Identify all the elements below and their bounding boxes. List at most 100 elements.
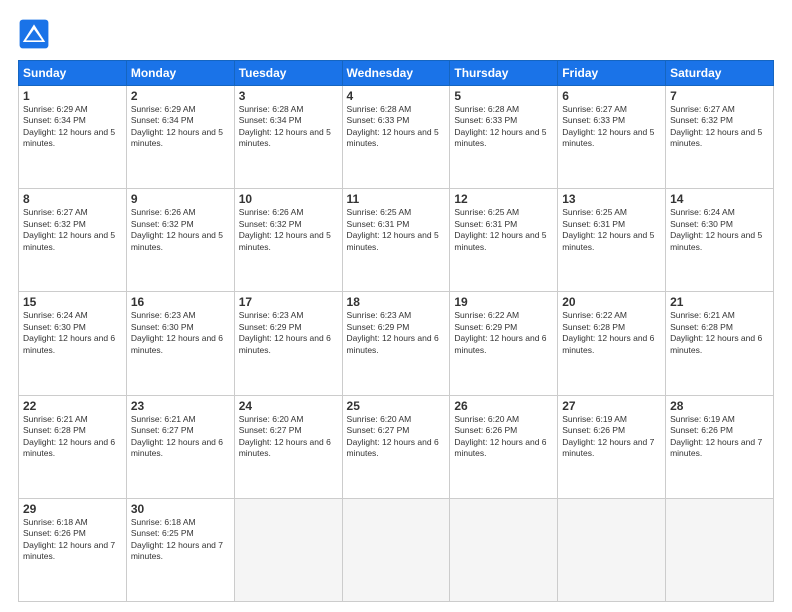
day-number: 30 [131,502,230,516]
table-row: 16 Sunrise: 6:23 AM Sunset: 6:30 PM Dayl… [126,292,234,395]
empty-cell [450,498,558,601]
day-info: Sunrise: 6:22 AM Sunset: 6:29 PM Dayligh… [454,310,553,356]
table-row: 26 Sunrise: 6:20 AM Sunset: 6:26 PM Dayl… [450,395,558,498]
day-info: Sunrise: 6:29 AM Sunset: 6:34 PM Dayligh… [131,104,230,150]
header [18,18,774,50]
day-number: 8 [23,192,122,206]
day-number: 7 [670,89,769,103]
day-number: 6 [562,89,661,103]
day-number: 16 [131,295,230,309]
day-number: 23 [131,399,230,413]
calendar-header-row: Sunday Monday Tuesday Wednesday Thursday… [19,61,774,86]
day-number: 22 [23,399,122,413]
day-number: 9 [131,192,230,206]
day-info: Sunrise: 6:20 AM Sunset: 6:27 PM Dayligh… [239,414,338,460]
table-row: 20 Sunrise: 6:22 AM Sunset: 6:28 PM Dayl… [558,292,666,395]
day-number: 25 [347,399,446,413]
table-row: 6 Sunrise: 6:27 AM Sunset: 6:33 PM Dayli… [558,86,666,189]
day-info: Sunrise: 6:20 AM Sunset: 6:27 PM Dayligh… [347,414,446,460]
col-monday: Monday [126,61,234,86]
day-info: Sunrise: 6:27 AM Sunset: 6:32 PM Dayligh… [23,207,122,253]
day-number: 18 [347,295,446,309]
logo-icon [18,18,50,50]
day-info: Sunrise: 6:18 AM Sunset: 6:25 PM Dayligh… [131,517,230,563]
table-row: 10 Sunrise: 6:26 AM Sunset: 6:32 PM Dayl… [234,189,342,292]
col-thursday: Thursday [450,61,558,86]
logo [18,18,54,50]
table-row: 22 Sunrise: 6:21 AM Sunset: 6:28 PM Dayl… [19,395,127,498]
day-info: Sunrise: 6:24 AM Sunset: 6:30 PM Dayligh… [670,207,769,253]
day-number: 20 [562,295,661,309]
day-info: Sunrise: 6:20 AM Sunset: 6:26 PM Dayligh… [454,414,553,460]
table-row: 2 Sunrise: 6:29 AM Sunset: 6:34 PM Dayli… [126,86,234,189]
day-number: 19 [454,295,553,309]
day-info: Sunrise: 6:28 AM Sunset: 6:33 PM Dayligh… [347,104,446,150]
table-row: 24 Sunrise: 6:20 AM Sunset: 6:27 PM Dayl… [234,395,342,498]
day-info: Sunrise: 6:25 AM Sunset: 6:31 PM Dayligh… [562,207,661,253]
table-row: 1 Sunrise: 6:29 AM Sunset: 6:34 PM Dayli… [19,86,127,189]
calendar-week-row: 1 Sunrise: 6:29 AM Sunset: 6:34 PM Dayli… [19,86,774,189]
empty-cell [234,498,342,601]
calendar-week-row: 29 Sunrise: 6:18 AM Sunset: 6:26 PM Dayl… [19,498,774,601]
table-row: 23 Sunrise: 6:21 AM Sunset: 6:27 PM Dayl… [126,395,234,498]
day-info: Sunrise: 6:22 AM Sunset: 6:28 PM Dayligh… [562,310,661,356]
day-number: 4 [347,89,446,103]
empty-cell [558,498,666,601]
table-row: 7 Sunrise: 6:27 AM Sunset: 6:32 PM Dayli… [666,86,774,189]
col-friday: Friday [558,61,666,86]
table-row: 29 Sunrise: 6:18 AM Sunset: 6:26 PM Dayl… [19,498,127,601]
day-number: 12 [454,192,553,206]
table-row: 12 Sunrise: 6:25 AM Sunset: 6:31 PM Dayl… [450,189,558,292]
col-sunday: Sunday [19,61,127,86]
day-info: Sunrise: 6:19 AM Sunset: 6:26 PM Dayligh… [562,414,661,460]
day-number: 11 [347,192,446,206]
table-row: 9 Sunrise: 6:26 AM Sunset: 6:32 PM Dayli… [126,189,234,292]
empty-cell [342,498,450,601]
col-saturday: Saturday [666,61,774,86]
day-info: Sunrise: 6:18 AM Sunset: 6:26 PM Dayligh… [23,517,122,563]
day-number: 10 [239,192,338,206]
day-info: Sunrise: 6:24 AM Sunset: 6:30 PM Dayligh… [23,310,122,356]
table-row: 21 Sunrise: 6:21 AM Sunset: 6:28 PM Dayl… [666,292,774,395]
calendar-week-row: 8 Sunrise: 6:27 AM Sunset: 6:32 PM Dayli… [19,189,774,292]
day-info: Sunrise: 6:27 AM Sunset: 6:33 PM Dayligh… [562,104,661,150]
col-tuesday: Tuesday [234,61,342,86]
day-info: Sunrise: 6:21 AM Sunset: 6:28 PM Dayligh… [23,414,122,460]
table-row: 28 Sunrise: 6:19 AM Sunset: 6:26 PM Dayl… [666,395,774,498]
day-info: Sunrise: 6:26 AM Sunset: 6:32 PM Dayligh… [239,207,338,253]
day-info: Sunrise: 6:23 AM Sunset: 6:29 PM Dayligh… [347,310,446,356]
day-number: 2 [131,89,230,103]
day-number: 28 [670,399,769,413]
day-info: Sunrise: 6:28 AM Sunset: 6:34 PM Dayligh… [239,104,338,150]
day-number: 29 [23,502,122,516]
day-number: 5 [454,89,553,103]
day-number: 14 [670,192,769,206]
col-wednesday: Wednesday [342,61,450,86]
day-number: 1 [23,89,122,103]
day-number: 24 [239,399,338,413]
day-info: Sunrise: 6:21 AM Sunset: 6:27 PM Dayligh… [131,414,230,460]
day-info: Sunrise: 6:28 AM Sunset: 6:33 PM Dayligh… [454,104,553,150]
calendar-table: Sunday Monday Tuesday Wednesday Thursday… [18,60,774,602]
table-row: 19 Sunrise: 6:22 AM Sunset: 6:29 PM Dayl… [450,292,558,395]
calendar-week-row: 15 Sunrise: 6:24 AM Sunset: 6:30 PM Dayl… [19,292,774,395]
calendar-week-row: 22 Sunrise: 6:21 AM Sunset: 6:28 PM Dayl… [19,395,774,498]
table-row: 3 Sunrise: 6:28 AM Sunset: 6:34 PM Dayli… [234,86,342,189]
page: Sunday Monday Tuesday Wednesday Thursday… [0,0,792,612]
day-info: Sunrise: 6:27 AM Sunset: 6:32 PM Dayligh… [670,104,769,150]
day-number: 21 [670,295,769,309]
day-info: Sunrise: 6:26 AM Sunset: 6:32 PM Dayligh… [131,207,230,253]
day-number: 27 [562,399,661,413]
table-row: 18 Sunrise: 6:23 AM Sunset: 6:29 PM Dayl… [342,292,450,395]
table-row: 11 Sunrise: 6:25 AM Sunset: 6:31 PM Dayl… [342,189,450,292]
day-info: Sunrise: 6:29 AM Sunset: 6:34 PM Dayligh… [23,104,122,150]
day-info: Sunrise: 6:25 AM Sunset: 6:31 PM Dayligh… [454,207,553,253]
day-number: 26 [454,399,553,413]
empty-cell [666,498,774,601]
day-number: 3 [239,89,338,103]
table-row: 17 Sunrise: 6:23 AM Sunset: 6:29 PM Dayl… [234,292,342,395]
day-info: Sunrise: 6:21 AM Sunset: 6:28 PM Dayligh… [670,310,769,356]
day-info: Sunrise: 6:25 AM Sunset: 6:31 PM Dayligh… [347,207,446,253]
table-row: 13 Sunrise: 6:25 AM Sunset: 6:31 PM Dayl… [558,189,666,292]
table-row: 14 Sunrise: 6:24 AM Sunset: 6:30 PM Dayl… [666,189,774,292]
